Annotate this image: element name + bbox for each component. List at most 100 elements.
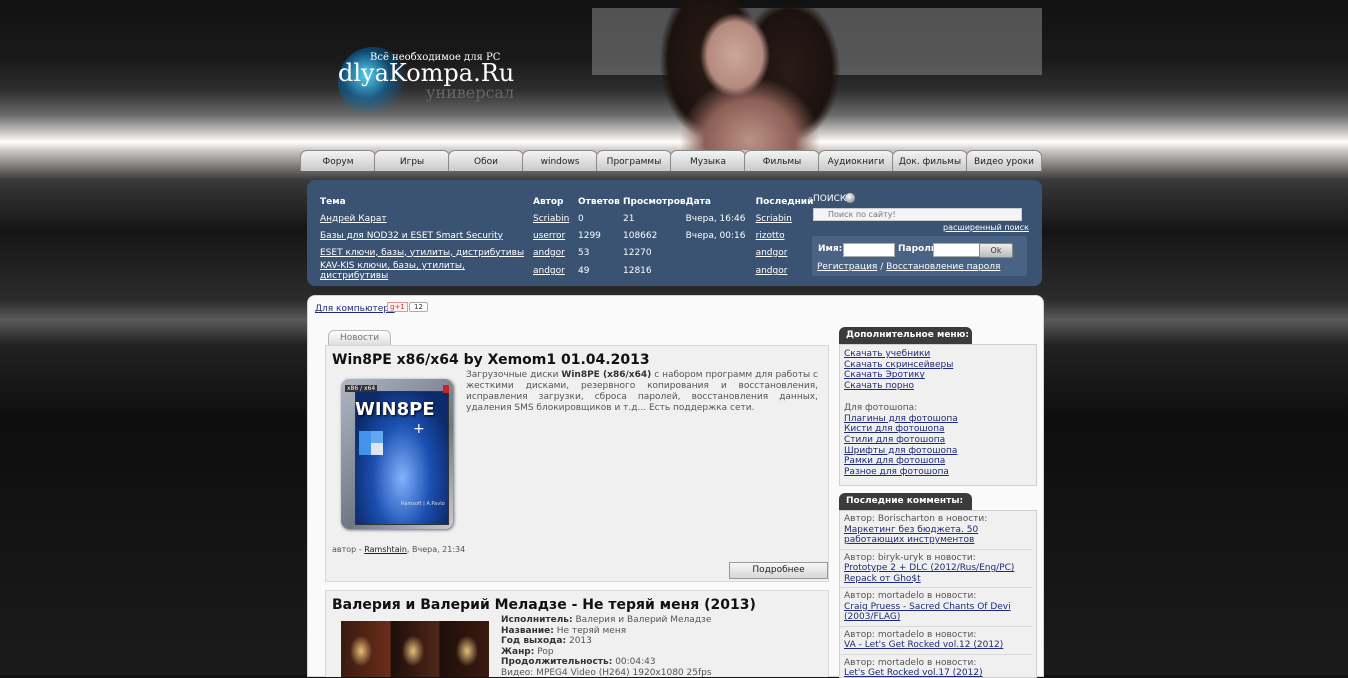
forum-last-link[interactable]: Scriabin	[756, 214, 792, 224]
forum-replies: 1299	[578, 227, 623, 244]
tab-games[interactable]: Игры	[374, 150, 450, 171]
sidebar-link[interactable]: Рамки для фотошопа	[844, 456, 945, 466]
forum-views: 12270	[623, 244, 686, 261]
tab-programs[interactable]: Программы	[596, 150, 672, 171]
tab-news[interactable]: Новости	[328, 330, 391, 345]
comment-meta: Автор: biryk-uryk в новости:	[844, 553, 1028, 564]
news-title[interactable]: Валерия и Валерий Меладзе - Не теряй мен…	[332, 597, 756, 613]
comment-item: Автор: biryk-uryk в новости: Prototype 2…	[840, 550, 1032, 589]
forum-last-link[interactable]: rizotto	[756, 231, 785, 241]
tab-forum[interactable]: Форум	[300, 150, 376, 171]
comment-meta: Автор: Borischarton в новости:	[844, 514, 1028, 525]
forum-panel: Тема Автор Ответов Просмотров Дата После…	[307, 180, 1042, 286]
sidebar-comments-title: Последние комменты:	[839, 493, 972, 510]
sidebar-link[interactable]: Скачать порно	[844, 381, 914, 391]
comment-link[interactable]: Let's Get Rocked vol.17 (2012)	[844, 668, 983, 678]
thumbnail-badge-icon	[443, 385, 449, 393]
login-box: Имя: Пароль: Ok Регистрация / Восстановл…	[812, 236, 1027, 276]
login-name-field[interactable]	[843, 243, 895, 257]
tab-windows[interactable]: windows	[522, 150, 598, 171]
forum-author-link[interactable]: andgor	[533, 266, 565, 276]
recover-password-link[interactable]: Восстановление пароля	[886, 262, 1000, 272]
tab-audiobooks[interactable]: Аудиокниги	[818, 150, 894, 171]
news-meta: автор - Ramshtain, Вчера, 21:34	[332, 545, 465, 554]
forum-header-topic: Тема	[320, 194, 533, 210]
category-tabs: Форум Игры Обои windows Программы Музыка…	[300, 150, 1040, 172]
forum-views: 108662	[623, 227, 686, 244]
read-more-button[interactable]: Подробнее	[729, 562, 828, 579]
tab-music[interactable]: Музыка	[670, 150, 746, 171]
forum-last-link[interactable]: andgor	[756, 248, 788, 258]
forum-date: Вчера, 16:46	[686, 210, 756, 227]
forum-author-link[interactable]: Scriabin	[533, 214, 569, 224]
forum-topic-link[interactable]: Базы для NOD32 и ESET Smart Security	[320, 231, 503, 241]
gplus-button[interactable]: g+1	[387, 302, 408, 312]
comment-meta: Автор: mortadelo в новости:	[844, 591, 1028, 602]
sidebar-menu: Скачать учебники Скачать скринсейверы Ск…	[839, 344, 1037, 486]
comment-item: Автор: mortadelo в новости: Let's Get Ro…	[840, 655, 1032, 678]
breadcrumb[interactable]: Для компьютера	[315, 304, 395, 314]
forum-header-last: Последний	[756, 194, 816, 210]
login-links-separator: /	[880, 262, 883, 272]
forum-row: ESET ключи, базы, утилиты, дистрибутивы …	[320, 244, 816, 261]
comment-link[interactable]: Prototype 2 + DLC (2012/Rus/Eng/PC) Repa…	[844, 563, 1014, 584]
forum-date	[686, 244, 756, 261]
photoshop-label: Для фотошопа:	[844, 403, 1036, 414]
news-author-link[interactable]: Ramshtain	[364, 545, 407, 554]
sidebar-link[interactable]: Шрифты для фотошопа	[844, 446, 957, 456]
sidebar-link[interactable]: Скачать Эротику	[844, 370, 925, 380]
news-thumbnail[interactable]	[341, 621, 489, 677]
news-thumbnail[interactable]: x86 / x64 WIN8PE + Ramsoft | A.Pavlo	[341, 379, 453, 529]
search-title: ПОИСК	[813, 194, 846, 204]
tab-documentaries[interactable]: Док. фильмы	[892, 150, 968, 171]
forum-header-author: Автор	[533, 194, 578, 210]
forum-views: 12816	[623, 261, 686, 281]
comment-meta: Автор: mortadelo в новости:	[844, 630, 1028, 641]
login-name-label: Имя:	[818, 244, 842, 254]
sidebar-link[interactable]: Кисти для фотошопа	[844, 424, 944, 434]
sidebar-link[interactable]: Скачать учебники	[844, 349, 930, 359]
register-link[interactable]: Регистрация	[817, 262, 877, 272]
tab-wallpapers[interactable]: Обои	[448, 150, 524, 171]
forum-replies: 53	[578, 244, 623, 261]
windows-logo-icon	[359, 431, 383, 455]
forum-row: Андрей Карат Scriabin 0 21 Вчера, 16:46 …	[320, 210, 816, 227]
news-title[interactable]: Win8PE x86/x64 by Xemom1 01.04.2013	[332, 352, 650, 368]
comment-item: Автор: mortadelo в новости: VA - Let's G…	[840, 627, 1032, 655]
news-info: Исполнитель: Валерия и Валерий Меладзе Н…	[501, 615, 712, 677]
forum-author-link[interactable]: andgor	[533, 248, 565, 258]
login-password-field[interactable]	[933, 243, 985, 257]
thumbnail-plus-icon: +	[413, 421, 425, 437]
forum-row: Базы для NOD32 и ESET Smart Security use…	[320, 227, 816, 244]
search-input[interactable]	[813, 208, 1022, 221]
news-item: Win8PE x86/x64 by Xemom1 01.04.2013 x86 …	[325, 345, 829, 582]
forum-topic-link[interactable]: ESET ключи, базы, утилиты, дистрибутивы	[320, 248, 524, 258]
search-toggle-icon[interactable]	[845, 193, 855, 203]
forum-header-date: Дата	[686, 194, 756, 210]
site-logo[interactable]: Всё необходимое для PC dlyaKompa.Ru унив…	[336, 45, 536, 105]
sidebar-link[interactable]: Плагины для фотошопа	[844, 414, 958, 424]
forum-header-replies: Ответов	[578, 194, 623, 210]
forum-last-link[interactable]: andgor	[756, 266, 788, 276]
news-item: Валерия и Валерий Меладзе - Не теряй мен…	[325, 590, 829, 677]
sidebar-link[interactable]: Скачать скринсейверы	[844, 360, 953, 370]
login-ok-button[interactable]: Ok	[979, 243, 1013, 258]
forum-topic-link[interactable]: Андрей Карат	[320, 214, 387, 224]
forum-topic-link[interactable]: KAV-KIS ключи, базы, утилиты, дистрибути…	[320, 261, 465, 281]
comment-meta: Автор: mortadelo в новости:	[844, 658, 1028, 669]
sidebar-link[interactable]: Стили для фотошопа	[844, 435, 945, 445]
tab-movies[interactable]: Фильмы	[744, 150, 820, 171]
login-links: Регистрация / Восстановление пароля	[817, 262, 1000, 272]
forum-replies: 49	[578, 261, 623, 281]
thumbnail-bits-label: x86 / x64	[345, 385, 377, 392]
forum-header-views: Просмотров	[623, 194, 686, 210]
advanced-search-link[interactable]: расширенный поиск	[943, 223, 1029, 232]
comment-link[interactable]: Маркетинг без бюджета. 50 работающих инс…	[844, 525, 978, 546]
forum-header-row: Тема Автор Ответов Просмотров Дата После…	[320, 194, 816, 210]
comment-item: Автор: mortadelo в новости: Craig Pruess…	[840, 588, 1032, 627]
tab-video-lessons[interactable]: Видео уроки	[966, 150, 1042, 171]
comment-link[interactable]: Craig Pruess - Sacred Chants Of Devi (20…	[844, 602, 1011, 623]
comment-link[interactable]: VA - Let's Get Rocked vol.12 (2012)	[844, 640, 1003, 650]
forum-author-link[interactable]: userror	[533, 231, 565, 241]
sidebar-link[interactable]: Разное для фотошопа	[844, 467, 949, 477]
